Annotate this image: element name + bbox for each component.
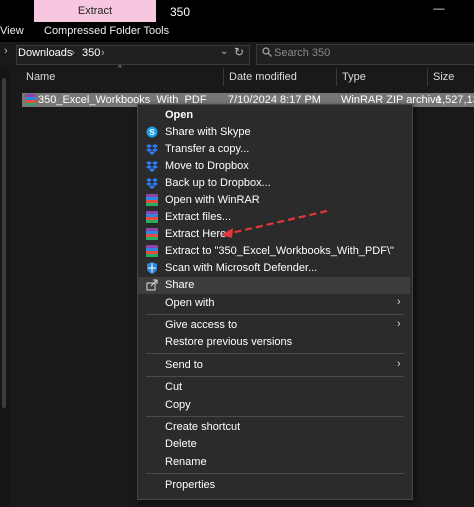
menu-item-backup-dropbox[interactable]: Back up to Dropbox... [138, 175, 410, 192]
menu-item-give-access[interactable]: Give access to › [138, 317, 410, 334]
menu-item-extract-to[interactable]: Extract to "350_Excel_Workbooks_With_PDF… [138, 243, 410, 260]
sort-chevron-icon: ^ [118, 64, 122, 73]
menu-separator [146, 376, 404, 377]
nav-chevron-icon[interactable]: › [4, 45, 8, 57]
column-name[interactable]: Name [26, 71, 55, 83]
menu-item-label: Create shortcut [165, 421, 241, 433]
menu-item-label: Open [165, 109, 194, 121]
share-icon [146, 279, 158, 291]
extract-contextual-tab[interactable]: Extract [34, 0, 156, 22]
column-divider[interactable] [336, 68, 337, 86]
menu-item-properties[interactable]: Properties [138, 477, 410, 494]
breadcrumb-separator[interactable]: › [71, 47, 75, 59]
menu-item-restore-versions[interactable]: Restore previous versions [138, 334, 410, 351]
column-divider[interactable] [223, 68, 224, 86]
search-icon [262, 47, 272, 57]
menu-item-label: Properties [165, 479, 216, 491]
submenu-arrow-icon: › [397, 296, 401, 308]
menu-item-label: Move to Dropbox [165, 160, 249, 172]
winrar-icon [146, 194, 158, 206]
menu-separator [146, 416, 404, 417]
column-date-modified[interactable]: Date modified [229, 71, 297, 83]
winrar-icon [146, 245, 158, 257]
menu-item-label: Cut [165, 381, 183, 393]
breadcrumb-downloads[interactable]: Downloads [18, 47, 72, 59]
winrar-icon [146, 211, 158, 223]
menu-item-label: Copy [165, 399, 191, 411]
breadcrumb-separator[interactable]: › [101, 47, 105, 59]
menu-item-label: Open with [165, 297, 215, 309]
svg-text:S: S [149, 128, 155, 137]
menu-item-send-to[interactable]: Send to › [138, 357, 410, 374]
menu-item-label: Scan with Microsoft Defender... [165, 262, 318, 274]
menu-item-open[interactable]: Open [138, 107, 410, 124]
scrollbar[interactable] [2, 78, 6, 408]
menu-item-label: Extract to "350_Excel_Workbooks_With_PDF… [165, 245, 394, 257]
menu-item-open-with[interactable]: Open with › [138, 295, 410, 312]
search-placeholder: Search 350 [274, 47, 331, 59]
dropbox-icon [146, 178, 158, 189]
dropbox-icon [146, 144, 158, 155]
menu-item-label: Restore previous versions [165, 336, 293, 348]
skype-icon: S [146, 126, 158, 138]
menu-item-label: Delete [165, 438, 197, 450]
annotation-arrow-icon [221, 209, 328, 238]
menu-item-scan-defender[interactable]: Scan with Microsoft Defender... [138, 260, 410, 277]
winrar-archive-icon [25, 94, 36, 105]
submenu-arrow-icon: › [397, 358, 401, 370]
menu-item-label: Back up to Dropbox... [165, 177, 271, 189]
menu-item-cut[interactable]: Cut [138, 379, 410, 396]
menu-item-copy[interactable]: Copy [138, 397, 410, 414]
menu-item-rename[interactable]: Rename [138, 454, 410, 471]
column-type[interactable]: Type [342, 71, 366, 83]
minimize-button[interactable]: — [432, 3, 446, 17]
file-size: 1,527,130 [436, 94, 474, 106]
winrar-icon [146, 228, 158, 240]
menu-separator [146, 314, 404, 315]
defender-shield-icon [147, 262, 157, 274]
menu-item-label: Give access to [165, 319, 238, 331]
menu-item-share-skype[interactable]: S Share with Skype [138, 124, 410, 141]
column-size[interactable]: Size [433, 71, 454, 83]
tab-view[interactable]: View [0, 25, 24, 37]
menu-separator [146, 353, 404, 354]
menu-item-move-dropbox[interactable]: Move to Dropbox [138, 158, 410, 175]
submenu-arrow-icon: › [397, 318, 401, 330]
refresh-icon[interactable]: ↻ [234, 45, 244, 59]
breadcrumb-350[interactable]: 350 [82, 47, 100, 59]
menu-item-label: Send to [165, 359, 203, 371]
menu-item-transfer-copy[interactable]: Transfer a copy... [138, 141, 410, 158]
menu-item-label: Share [165, 279, 195, 291]
dropbox-icon [146, 161, 158, 172]
menu-item-label: Transfer a copy... [165, 143, 250, 155]
menu-item-label: Share with Skype [165, 126, 251, 138]
menu-item-create-shortcut[interactable]: Create shortcut [138, 419, 410, 436]
menu-separator [146, 473, 404, 474]
menu-item-label: Rename [165, 456, 207, 468]
window-title: 350 [170, 5, 191, 19]
address-dropdown-icon[interactable]: ⌄ [220, 46, 228, 57]
tab-compressed-folder-tools[interactable]: Compressed Folder Tools [44, 25, 169, 37]
menu-item-share[interactable]: Share [138, 277, 410, 294]
menu-item-delete[interactable]: Delete [138, 436, 410, 453]
column-divider[interactable] [427, 68, 428, 86]
